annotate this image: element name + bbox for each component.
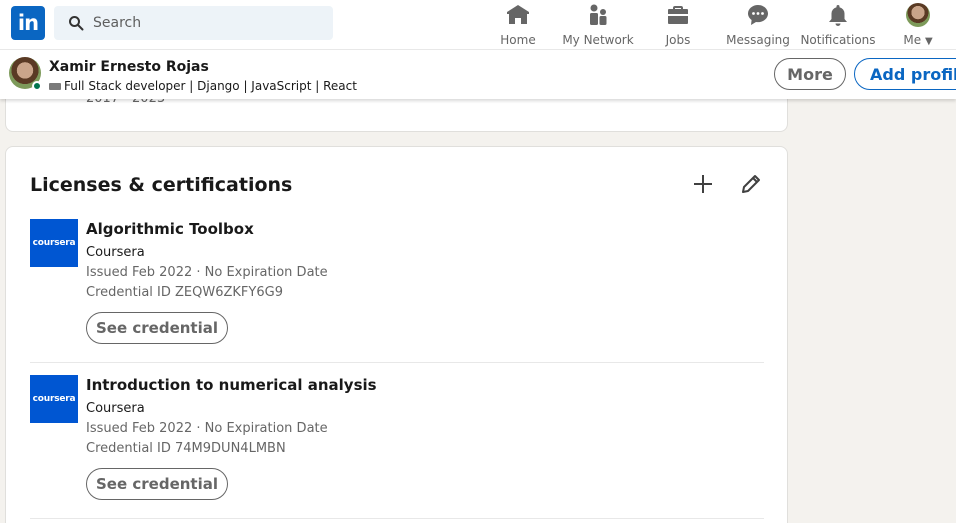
profile-sticky-bar: Xamir Ernesto Rojas Full Stack developer…: [0, 50, 956, 99]
license-issuer: Coursera: [86, 245, 145, 260]
search-box[interactable]: [54, 6, 333, 40]
avatar: [906, 3, 930, 27]
chat-icon: [748, 5, 768, 25]
plus-icon: [694, 175, 712, 193]
briefcase-icon: [668, 6, 688, 24]
nav-notifications[interactable]: Notifications: [800, 0, 876, 50]
nav-my-network[interactable]: My Network: [560, 0, 636, 50]
divider: [30, 362, 764, 363]
coursera-logo[interactable]: coursera: [30, 219, 78, 267]
add-profile-section-button[interactable]: Add profile: [854, 58, 956, 90]
nav-messaging-label: Messaging: [726, 33, 790, 47]
license-item: coursera Algorithmic Toolbox Coursera Is…: [30, 219, 764, 363]
license-name: Introduction to numerical analysis: [86, 376, 377, 394]
see-credential-button[interactable]: See credential: [86, 468, 228, 500]
online-status-icon: [32, 81, 42, 91]
nav-home-label: Home: [500, 33, 536, 47]
nav-jobs-label: Jobs: [665, 33, 691, 47]
caret-down-icon: ▼: [924, 36, 933, 47]
bell-icon: [829, 5, 847, 26]
nav-my-network-label: My Network: [562, 33, 634, 47]
profile-name: Xamir Ernesto Rojas: [49, 59, 209, 75]
pencil-icon: [742, 175, 760, 193]
nav-me-label: Me: [903, 33, 922, 47]
nav-jobs[interactable]: Jobs: [658, 0, 698, 50]
profile-headline: Full Stack developer | Django | JavaScri…: [49, 79, 357, 93]
coursera-logo[interactable]: coursera: [30, 375, 78, 423]
more-button[interactable]: More: [774, 58, 846, 90]
nav-me-label-wrap: Me ▼: [903, 33, 932, 47]
license-credential-id: Credential ID ZEQW6ZKFY6G9: [86, 285, 283, 300]
nav-notifications-label: Notifications: [800, 33, 876, 47]
licenses-section: Licenses & certifications coursera Algor…: [5, 146, 788, 523]
nav-home[interactable]: Home: [498, 0, 538, 50]
search-icon: [69, 16, 84, 31]
section-title: Licenses & certifications: [30, 174, 293, 196]
license-issue-date: Issued Feb 2022 · No Expiration Date: [86, 421, 328, 436]
home-icon: [507, 5, 529, 24]
keyboard-icon: [49, 82, 61, 90]
nav-me[interactable]: Me ▼: [898, 0, 938, 50]
license-issue-date: Issued Feb 2022 · No Expiration Date: [86, 265, 328, 280]
license-credential-id: Credential ID 74M9DUN4LMBN: [86, 441, 286, 456]
license-issuer: Coursera: [86, 401, 145, 416]
add-license-button[interactable]: [689, 170, 717, 198]
nav-messaging[interactable]: Messaging: [726, 0, 790, 50]
profile-headline-text: Full Stack developer | Django | JavaScri…: [64, 79, 357, 93]
see-credential-button[interactable]: See credential: [86, 312, 228, 344]
edit-licenses-button[interactable]: [737, 170, 765, 198]
search-input[interactable]: [93, 15, 313, 31]
people-icon: [590, 4, 607, 25]
linkedin-logo[interactable]: in: [11, 6, 45, 40]
license-name: Algorithmic Toolbox: [86, 220, 254, 238]
global-nav: in Home My Network Jobs Messaging Notifi…: [0, 0, 956, 50]
license-item: coursera Introduction to numerical analy…: [30, 375, 764, 523]
divider: [30, 518, 764, 519]
